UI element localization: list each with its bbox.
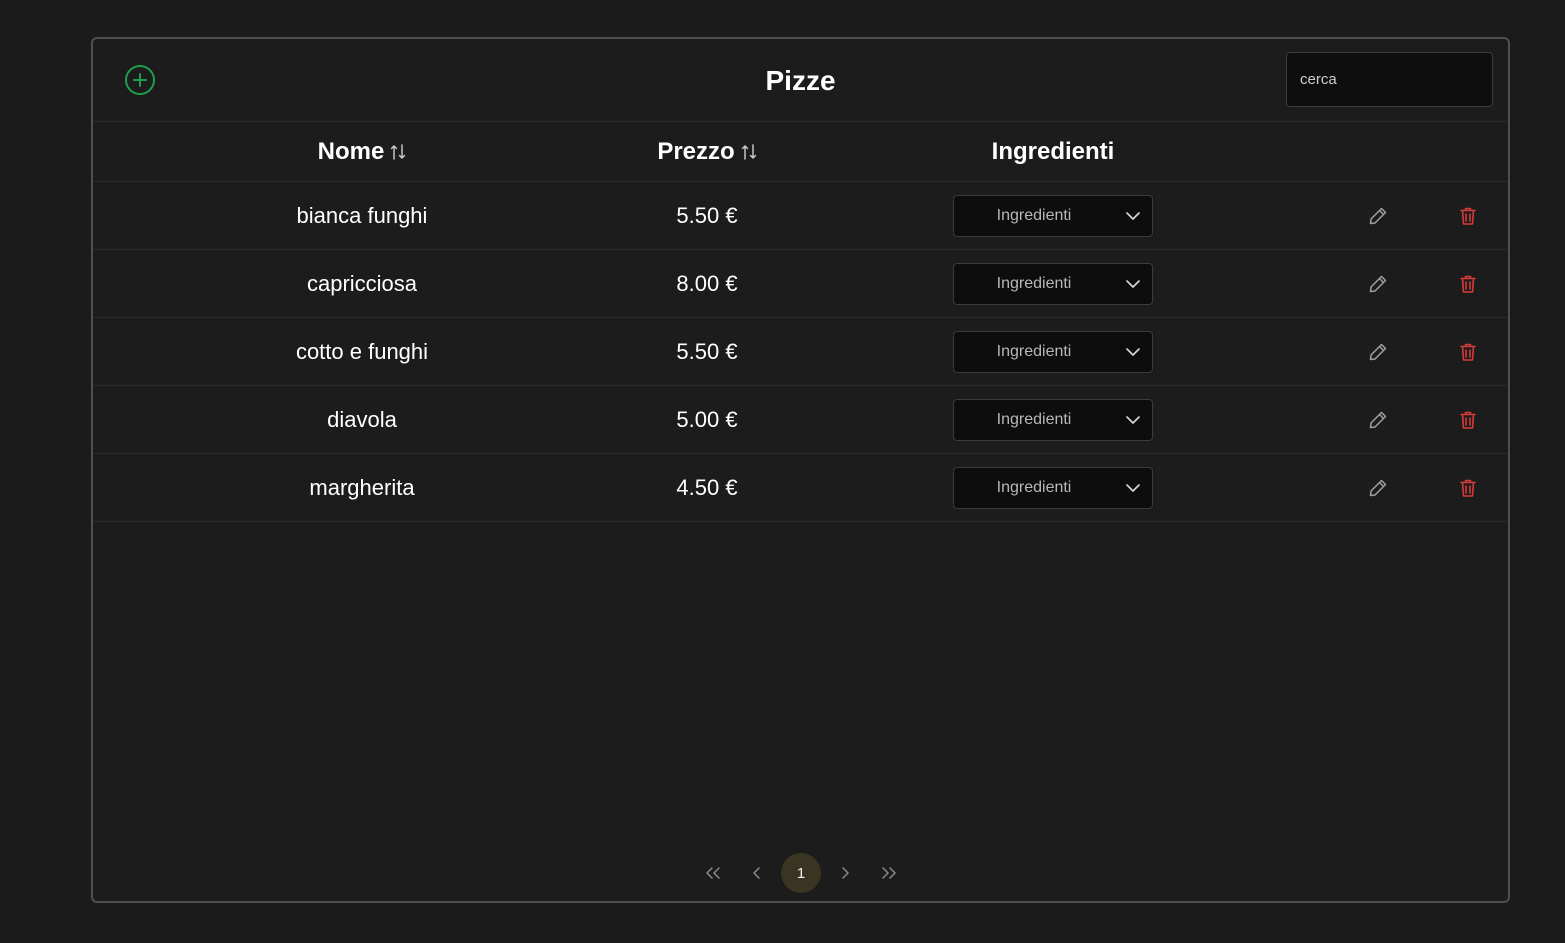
delete-button[interactable] xyxy=(1457,477,1479,499)
pencil-icon xyxy=(1369,479,1387,497)
column-header-label: Nome xyxy=(317,137,385,165)
pencil-icon xyxy=(1369,343,1387,361)
table-row: capricciosa 8.00 € Ingredienti xyxy=(93,250,1508,318)
first-page-button[interactable] xyxy=(693,853,733,893)
chevron-down-icon xyxy=(1126,416,1140,424)
pencil-icon xyxy=(1369,411,1387,429)
column-header-label: Prezzo xyxy=(657,137,735,165)
ingredients-dropdown[interactable]: Ingredienti xyxy=(953,399,1153,441)
panel-header: Pizze xyxy=(93,39,1508,122)
chevron-right-icon xyxy=(842,867,849,879)
pizze-panel: Pizze Nome Prezzo Ingredienti bianca fun… xyxy=(91,37,1510,903)
pizza-name: bianca funghi xyxy=(296,202,428,228)
pizza-price: 4.50 € xyxy=(676,474,738,500)
trash-icon xyxy=(1460,343,1476,361)
trash-icon xyxy=(1460,207,1476,225)
prev-page-button[interactable] xyxy=(737,853,777,893)
edit-button[interactable] xyxy=(1367,205,1389,227)
page-number-current[interactable]: 1 xyxy=(781,853,821,893)
pizza-name: cotto e funghi xyxy=(295,338,429,364)
delete-button[interactable] xyxy=(1457,409,1479,431)
pizza-name: diavola xyxy=(327,406,397,432)
dropdown-label: Ingredienti xyxy=(996,207,1072,224)
dropdown-label: Ingredienti xyxy=(996,411,1072,428)
sort-arrows-icon xyxy=(391,143,406,160)
edit-button[interactable] xyxy=(1367,341,1389,363)
table-row: bianca funghi 5.50 € Ingredienti xyxy=(93,182,1508,250)
trash-icon xyxy=(1460,479,1476,497)
edit-button[interactable] xyxy=(1367,409,1389,431)
last-page-button[interactable] xyxy=(869,853,909,893)
pagination: 1 xyxy=(693,853,913,893)
edit-button[interactable] xyxy=(1367,477,1389,499)
table-row: cotto e funghi 5.50 € Ingredienti xyxy=(93,318,1508,386)
double-chevron-left-icon xyxy=(706,867,720,879)
chevron-down-icon xyxy=(1126,212,1140,220)
trash-icon xyxy=(1460,275,1476,293)
ingredients-dropdown[interactable]: Ingredienti xyxy=(953,263,1153,305)
table-body: bianca funghi 5.50 € Ingredienti capricc… xyxy=(93,182,1508,522)
delete-button[interactable] xyxy=(1457,273,1479,295)
dropdown-label: Ingredienti xyxy=(996,343,1072,360)
pizza-price: 5.50 € xyxy=(676,202,738,228)
dropdown-label: Ingredienti xyxy=(996,479,1072,496)
chevron-down-icon xyxy=(1126,348,1140,356)
ingredients-dropdown[interactable]: Ingredienti xyxy=(953,467,1153,509)
chevron-left-icon xyxy=(753,867,760,879)
dropdown-label: Ingredienti xyxy=(996,275,1072,292)
ingredients-dropdown[interactable]: Ingredienti xyxy=(953,331,1153,373)
table-header: Nome Prezzo Ingredienti xyxy=(93,122,1508,182)
search-input[interactable] xyxy=(1286,52,1493,107)
pizza-name: capricciosa xyxy=(306,270,418,296)
trash-icon xyxy=(1460,411,1476,429)
table-row: diavola 5.00 € Ingredienti xyxy=(93,386,1508,454)
pizza-price: 8.00 € xyxy=(676,270,738,296)
sort-arrows-icon xyxy=(741,143,756,160)
table-row: margherita 4.50 € Ingredienti xyxy=(93,454,1508,522)
chevron-down-icon xyxy=(1126,280,1140,288)
edit-button[interactable] xyxy=(1367,273,1389,295)
column-header-nome[interactable]: Nome xyxy=(203,122,521,181)
pizza-price: 5.50 € xyxy=(676,338,738,364)
delete-button[interactable] xyxy=(1457,205,1479,227)
chevron-down-icon xyxy=(1126,484,1140,492)
column-header-label: Ingredienti xyxy=(991,137,1115,165)
pizza-price: 5.00 € xyxy=(676,406,738,432)
ingredients-dropdown[interactable]: Ingredienti xyxy=(953,195,1153,237)
next-page-button[interactable] xyxy=(825,853,865,893)
column-header-ingredienti: Ingredienti xyxy=(953,122,1153,181)
column-header-prezzo[interactable]: Prezzo xyxy=(573,122,841,181)
pizza-name: margherita xyxy=(309,474,415,500)
double-chevron-right-icon xyxy=(882,867,896,879)
pencil-icon xyxy=(1369,275,1387,293)
pencil-icon xyxy=(1369,207,1387,225)
delete-button[interactable] xyxy=(1457,341,1479,363)
